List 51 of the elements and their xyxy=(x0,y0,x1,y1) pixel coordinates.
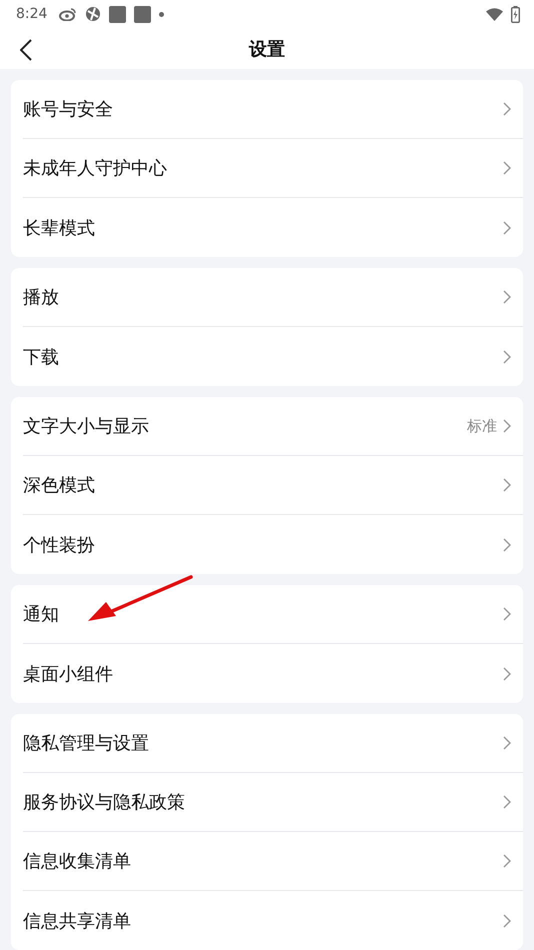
settings-row[interactable]: 信息共享清单 xyxy=(23,891,523,950)
chevron-icon xyxy=(503,350,511,364)
chevron-icon xyxy=(503,220,511,234)
row-label: 通知 xyxy=(23,603,60,626)
row-label: 长辈模式 xyxy=(23,216,96,240)
chevron-icon xyxy=(503,290,511,304)
row-label: 桌面小组件 xyxy=(23,662,114,686)
chevron-icon xyxy=(503,419,511,433)
chevron-icon xyxy=(503,161,511,175)
app-icon xyxy=(109,6,126,23)
chevron-icon xyxy=(503,478,511,492)
chevron-icon xyxy=(503,914,511,928)
settings-row[interactable]: 未成年人守护中心 xyxy=(23,139,523,198)
settings-row[interactable]: 账号与安全 xyxy=(23,80,523,139)
wifi-icon xyxy=(486,8,503,21)
app-icon xyxy=(134,6,152,23)
row-label: 信息收集清单 xyxy=(23,850,132,873)
settings-row[interactable]: 下载 xyxy=(23,327,523,386)
row-label: 隐私管理与设置 xyxy=(23,732,150,755)
row-label: 文字大小与显示 xyxy=(23,415,150,438)
page-title: 设置 xyxy=(249,38,285,61)
dot-icon xyxy=(159,12,164,17)
chevron-icon xyxy=(503,666,511,680)
chevron-icon xyxy=(503,736,511,750)
settings-row[interactable]: 服务协议与隐私政策 xyxy=(23,773,523,832)
chevron-icon xyxy=(503,854,511,868)
settings-row[interactable]: 个性装扮 xyxy=(23,515,523,574)
settings-row[interactable]: 深色模式 xyxy=(23,456,523,515)
row-label: 下载 xyxy=(23,346,60,368)
settings-row[interactable]: 桌面小组件 xyxy=(23,644,523,703)
chevron-icon xyxy=(503,102,511,116)
settings-row[interactable]: 文字大小与显示 标准 xyxy=(23,397,523,456)
settings-row[interactable]: 长辈模式 xyxy=(23,198,523,257)
row-label: 个性装扮 xyxy=(23,534,96,556)
chevron-icon xyxy=(503,607,511,621)
chevron-icon xyxy=(503,795,511,809)
settings-row[interactable]: 播放 xyxy=(23,268,523,327)
row-label: 深色模式 xyxy=(23,474,96,497)
settings-row[interactable]: 信息收集清单 xyxy=(23,832,523,891)
row-label: 服务协议与隐私政策 xyxy=(23,791,186,814)
row-label: 未成年人守护中心 xyxy=(23,157,168,180)
settings-row[interactable]: 隐私管理与设置 xyxy=(23,714,523,773)
status-time: 8:24 xyxy=(16,6,48,22)
chevron-icon xyxy=(503,538,511,552)
row-label: 信息共享清单 xyxy=(23,910,132,932)
row-value: 标准 xyxy=(467,416,497,436)
aperture-icon xyxy=(85,6,102,22)
row-label: 播放 xyxy=(23,286,60,309)
row-label: 账号与安全 xyxy=(23,98,114,121)
battery-icon xyxy=(511,6,520,23)
eye-icon xyxy=(59,7,78,22)
